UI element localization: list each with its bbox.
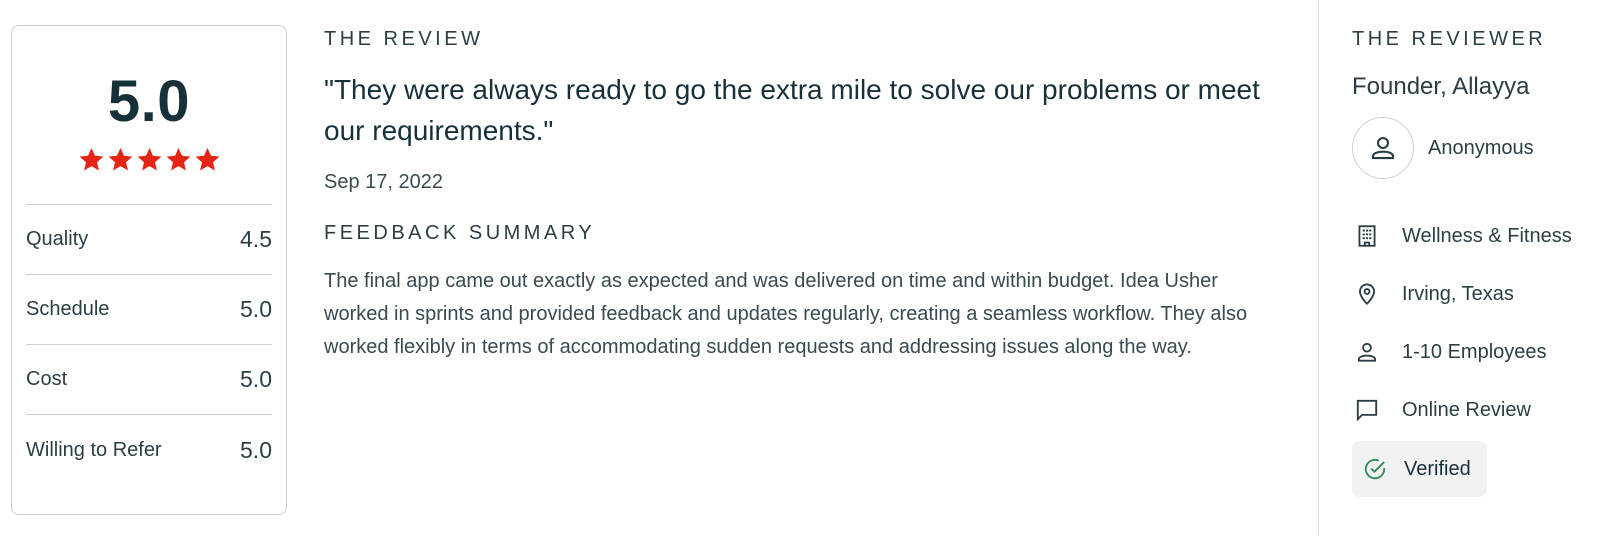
avatar <box>1352 117 1414 179</box>
detail-text: Online Review <box>1402 398 1531 421</box>
reviewer-title: Founder, Allayya <box>1352 73 1530 100</box>
reviewer-identity: Anonymous <box>1352 117 1600 179</box>
metric-row-quality: Quality 4.5 <box>26 205 272 275</box>
review-quote: "They were always ready to go the extra … <box>324 74 1260 146</box>
reviewer-heading: THE REVIEWER <box>1352 28 1547 50</box>
reviewer-details: Wellness & Fitness Irving, Texas 1-10 Em… <box>1352 207 1600 497</box>
review-date: Sep 17, 2022 <box>324 171 443 193</box>
star-icon <box>166 148 190 171</box>
detail-industry: Wellness & Fitness <box>1352 207 1600 265</box>
building-icon <box>1352 221 1382 251</box>
metric-value: 5.0 <box>240 366 272 392</box>
chat-bubble-icon <box>1352 395 1382 425</box>
feedback-summary-text: The final app came out exactly as expect… <box>324 270 1248 358</box>
metric-value: 5.0 <box>240 296 272 322</box>
metric-label: Willing to Refer <box>26 438 162 461</box>
detail-text: Irving, Texas <box>1402 282 1514 305</box>
column-divider <box>1318 0 1319 536</box>
rating-card: 5.0 Quality 4.5 Schedule 5.0 Cost 5.0 Wi… <box>11 25 287 515</box>
rating-metrics: Quality 4.5 Schedule 5.0 Cost 5.0 Willin… <box>26 204 272 485</box>
person-icon <box>1352 337 1382 367</box>
reviewer-name: Anonymous <box>1428 136 1534 159</box>
star-icon <box>108 148 132 171</box>
metric-value: 5.0 <box>240 436 272 463</box>
detail-review-source: Online Review <box>1352 381 1600 439</box>
metric-value: 4.5 <box>240 226 272 252</box>
metric-label: Quality <box>26 228 89 250</box>
location-pin-icon <box>1352 279 1382 309</box>
detail-text: Wellness & Fitness <box>1402 224 1572 247</box>
metric-label: Cost <box>26 368 68 390</box>
detail-company-size: 1-10 Employees <box>1352 323 1600 381</box>
detail-text: 1-10 Employees <box>1402 340 1547 363</box>
metric-label: Schedule <box>26 298 110 320</box>
star-icon <box>195 148 219 171</box>
verified-badge: Verified <box>1352 441 1487 497</box>
reviewer-section: THE REVIEWER Founder, Allayya Anonymous … <box>1352 28 1600 497</box>
person-icon <box>1371 136 1395 160</box>
star-rating <box>26 146 272 176</box>
review-section: THE REVIEW "They were always ready to go… <box>324 28 1284 364</box>
overall-rating: 5.0 <box>107 69 191 134</box>
star-icon <box>79 148 103 171</box>
metric-row-schedule: Schedule 5.0 <box>26 275 272 345</box>
detail-location: Irving, Texas <box>1352 265 1600 323</box>
metric-row-willing-to-refer: Willing to Refer 5.0 <box>26 415 272 485</box>
feedback-summary-heading: FEEDBACK SUMMARY <box>324 222 596 244</box>
review-heading: THE REVIEW <box>324 28 484 50</box>
check-circle-icon <box>1360 454 1390 484</box>
metric-row-cost: Cost 5.0 <box>26 345 272 415</box>
verified-label: Verified <box>1404 457 1471 480</box>
star-icon <box>137 148 161 171</box>
